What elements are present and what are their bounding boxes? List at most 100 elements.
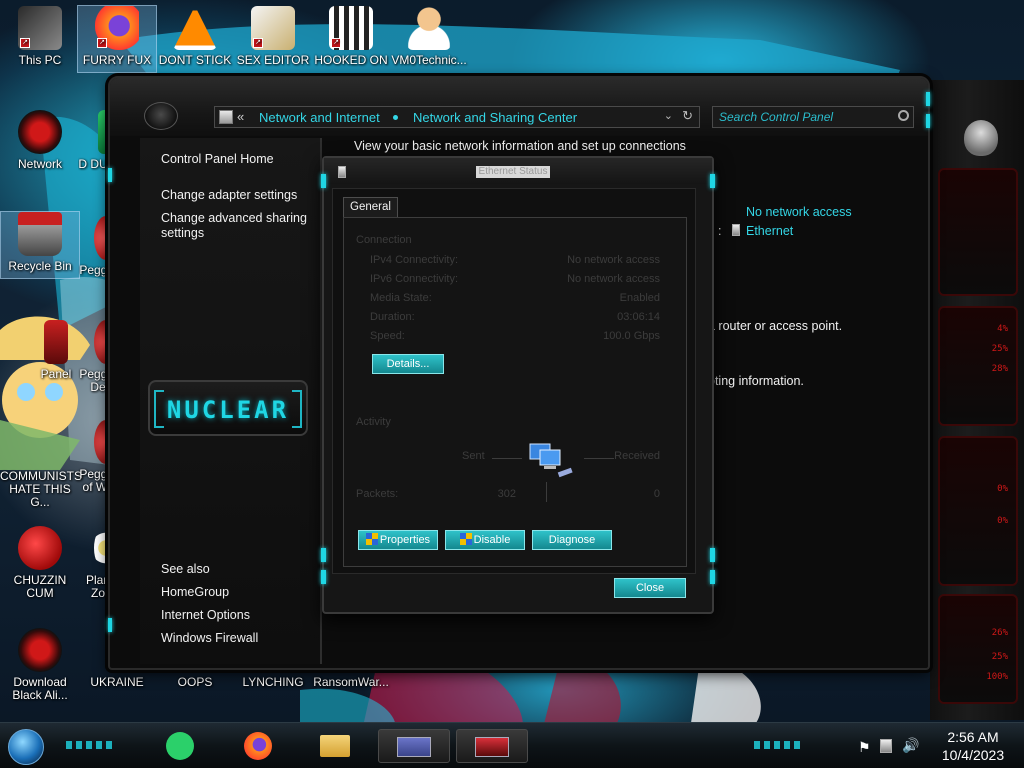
control-panel-icon (44, 320, 68, 364)
start-button[interactable] (8, 729, 44, 765)
taskbar-app-firefox[interactable] (236, 729, 280, 763)
alien-head-icon (964, 120, 998, 156)
dialog-body: General Connection IPv4 Connectivity: No… (332, 188, 696, 574)
rail-value: 25% (991, 652, 1008, 662)
alien-network-icon (18, 110, 62, 154)
desktop-icon-vm0technic[interactable]: VM0Technic... (390, 6, 468, 67)
taskbar-app-notes[interactable] (158, 729, 202, 763)
troubleshoot-text[interactable]: oting information. (708, 374, 804, 388)
rail-value: 4% (997, 324, 1008, 334)
desktop-icon-ukraine[interactable]: UKRAINE (78, 676, 156, 689)
ethernet-adapter-icon (732, 224, 740, 236)
ethernet-status-dialog: Ethernet Status General Connection IPv4 … (321, 156, 715, 614)
search-input[interactable] (713, 107, 893, 127)
refresh-icon[interactable]: ↻ (682, 108, 693, 124)
setup-router-text[interactable]: a router or access point. (708, 319, 842, 333)
desktop-icon-network[interactable]: Network (1, 110, 79, 171)
nav-link-internet-options[interactable]: Internet Options (161, 608, 311, 623)
desktop-icon-dont-stick[interactable]: DONT STICK (156, 6, 234, 67)
ipv6-label: IPv6 Connectivity: (370, 273, 459, 285)
nav-link-change-adapter-settings[interactable]: Change adapter settings (161, 188, 311, 203)
desktop-icon-label: CHUZZIN CUM (13, 573, 67, 600)
decor-light (321, 548, 326, 562)
control-panel-icon (219, 110, 233, 124)
desktop-icon-recycle-bin[interactable]: Recycle Bin (0, 211, 80, 279)
rail-value: 0% (997, 484, 1008, 494)
rail-value: 28% (991, 364, 1008, 374)
rail-panel-lower (938, 436, 1018, 586)
chevron-down-icon[interactable]: ⌄ (664, 109, 673, 122)
properties-button[interactable]: Properties (358, 530, 438, 550)
taskbar-decor (754, 741, 804, 749)
packets-sent-value: 302 (497, 488, 516, 500)
tab-general[interactable]: General (343, 197, 398, 217)
close-button[interactable]: Close (614, 578, 686, 598)
breadcrumb-network-sharing-center[interactable]: Network and Sharing Center (413, 110, 577, 125)
desktop-icon-oops[interactable]: OOPS (156, 676, 234, 689)
desktop-icon-panel[interactable]: Panel (34, 320, 78, 381)
back-button[interactable] (144, 102, 178, 130)
network-computers-icon (529, 443, 573, 478)
nav-link-control-panel-home[interactable]: Control Panel Home (161, 152, 311, 167)
ethernet-icon (338, 166, 346, 178)
packets-label: Packets: (356, 488, 399, 500)
desktop-icon-ransomware[interactable]: RansomWar... (312, 676, 390, 689)
diagnose-button[interactable]: Diagnose (532, 530, 612, 550)
doctor-icon (407, 6, 451, 50)
breadcrumb-separator-icon (393, 115, 398, 120)
breadcrumb-network-internet[interactable]: Network and Internet (259, 110, 380, 125)
clock-time: 2:56 AM (947, 729, 999, 745)
volume-icon[interactable]: 🔊 (902, 737, 919, 754)
nav-link-change-advanced-sharing[interactable]: Change advanced sharing settings (161, 211, 311, 241)
network-window-icon (397, 737, 431, 757)
address-bar[interactable]: « Network and Internet Network and Shari… (214, 106, 700, 128)
desktop-icon-label: COMMUNISTS HATE THIS G... (0, 469, 82, 509)
left-navigation-pane: Control Panel Home Change adapter settin… (140, 138, 322, 664)
details-button[interactable]: Details... (372, 354, 444, 374)
desktop-icon-furry-fux[interactable]: ↗ FURRY FUX (77, 5, 157, 73)
desktop-icon-hooked-on[interactable]: ↗ HOOKED ON (312, 6, 390, 67)
desktop-icon-label: VM0Technic... (391, 53, 467, 67)
speed-label: Speed: (370, 330, 405, 342)
system-tray: ⚑ 🔊 (856, 735, 920, 759)
desktop-icon-lynching[interactable]: LYNCHING (234, 676, 312, 689)
duration-label: Duration: (370, 311, 415, 323)
folder-icon (320, 735, 350, 757)
ipv6-value: No network access (567, 273, 660, 285)
desktop-icon-download-black-ali[interactable]: Download Black Ali... (1, 628, 79, 702)
rail-value: 0% (997, 516, 1008, 526)
desktop-icon-label: FURRY FUX (82, 53, 152, 67)
ethernet-connection-link[interactable]: Ethernet (746, 224, 793, 238)
network-status-icon[interactable] (880, 739, 892, 753)
decor-light (710, 548, 715, 562)
activity-group-label: Activity (356, 416, 391, 428)
desktop-icon-communists[interactable]: COMMUNISTS HATE THIS G... (0, 469, 82, 509)
nav-link-homegroup[interactable]: HomeGroup (161, 585, 311, 600)
decor-light (926, 114, 930, 128)
taskbar-clock[interactable]: 2:56 AM 10/4/2023 (928, 728, 1018, 764)
uac-shield-icon (459, 533, 472, 545)
hxd-icon: ↗ (251, 6, 295, 50)
desktop-icon-this-pc[interactable]: ↗ This PC (1, 6, 79, 67)
desktop-icon-label: OOPS (177, 675, 213, 689)
taskbar-app-ethernet-status[interactable] (456, 729, 528, 763)
disable-button[interactable]: Disable (445, 530, 525, 550)
dialog-titlebar[interactable]: Ethernet Status (324, 158, 712, 184)
search-control-panel-box[interactable] (712, 106, 914, 128)
rail-value: 26% (991, 628, 1008, 638)
desktop-icon-label: Panel (40, 367, 72, 381)
taskbar-app-explorer[interactable] (314, 729, 358, 763)
action-center-flag-icon[interactable]: ⚑ (858, 739, 871, 756)
ipv4-label: IPv4 Connectivity: (370, 254, 459, 266)
taskbar-app-control-panel[interactable] (378, 729, 450, 763)
right-rail-gadget: 4% 25% 28% 0% 0% 26% 25% 100% (930, 80, 1024, 720)
desktop-icon-sex-editor[interactable]: ↗ SEX EDITOR (234, 6, 312, 67)
decor-light (321, 174, 326, 188)
access-type-value: No network access (746, 205, 852, 219)
desktop-icon-chuzzin-cum[interactable]: CHUZZIN CUM (1, 526, 79, 600)
search-icon[interactable] (898, 110, 909, 121)
nav-link-windows-firewall[interactable]: Windows Firewall (161, 631, 311, 646)
address-overflow-chevron-icon[interactable]: « (237, 109, 244, 124)
desktop-icon-label: SEX EDITOR (236, 53, 310, 67)
notes-icon (166, 732, 194, 760)
